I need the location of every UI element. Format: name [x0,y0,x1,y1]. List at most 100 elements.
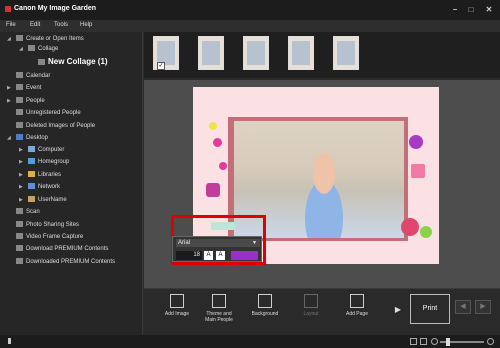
window-title: Canon My Image Garden [14,5,97,12]
theme-label-line2: Main People [205,317,233,323]
sidebar-item-label: UserName [38,197,67,203]
sidebar-item-video-capture[interactable]: Video Frame Capture [16,232,83,242]
expand-icon[interactable]: ▶ [19,195,23,205]
background-label: Background [251,311,279,317]
sidebar-item-label: Download PREMIUM Contents [26,246,109,252]
network-icon [28,183,35,189]
increase-font-size-button[interactable]: A [204,251,213,260]
sidebar-item-photo-sharing[interactable]: Photo Sharing Sites [16,220,79,230]
download-icon [16,245,23,251]
font-select[interactable]: Arial ▼ [176,239,260,247]
sidebar-item-label: Event [26,85,42,91]
menu-file[interactable]: File [6,22,16,28]
print-button[interactable]: Print [410,294,450,324]
photo [292,41,310,65]
expand-icon[interactable]: ▶ [19,170,23,180]
expand-icon[interactable]: ▶ [19,145,23,155]
menu-help[interactable]: Help [80,22,92,28]
sidebar-item-create[interactable]: ◢ Create or Open Items [7,34,84,44]
desktop-icon [16,134,23,140]
background-icon [258,294,272,308]
document-icon [38,59,45,65]
menu-bar: File Edit Tools Help [0,20,500,32]
image-thumbnail[interactable] [288,36,314,70]
thumbnail-checkbox[interactable]: ✓ [157,62,165,70]
sidebar-item-scan[interactable]: Scan [16,207,40,217]
sidebar-item-label: Desktop [26,135,49,141]
info-icon[interactable] [8,338,11,344]
person-deleted-icon [16,122,23,128]
zoom-out-icon[interactable] [431,338,438,345]
font-size-field[interactable]: 18 [176,251,202,260]
add-page-button[interactable]: Add Page [334,291,380,334]
background-button[interactable]: Background [242,291,288,334]
sidebar-item-homegroup[interactable]: ▶ Homegroup [19,157,69,167]
decrease-font-size-button[interactable]: A [216,251,225,260]
photo-sharing-icon [16,221,23,227]
image-thumbnail[interactable] [198,36,224,70]
layout-icon [304,294,318,308]
sidebar-item-label: Unregistered People [26,110,81,116]
menu-edit[interactable]: Edit [30,22,40,28]
sidebar-item-libraries[interactable]: ▶ Libraries [19,170,61,180]
sidebar-item-desktop[interactable]: ◢ Desktop [7,133,49,143]
next-page-button[interactable]: ▶ [475,300,491,314]
menu-tools[interactable]: Tools [54,22,68,28]
theme-main-people-button[interactable]: Theme and Main People [196,291,242,334]
sidebar-item-unregistered[interactable]: Unregistered People [16,108,81,118]
maximize-button[interactable]: □ [464,4,478,15]
full-screen-icon[interactable] [420,338,427,345]
sidebar-item-event[interactable]: ▶ Event [7,83,42,93]
sidebar-item-label: New Collage (1) [48,57,108,66]
sidebar-item-downloaded-premium[interactable]: Downloaded PREMIUM Contents [16,257,115,267]
collapse-icon[interactable]: ◢ [7,34,11,44]
sidebar-item-calendar[interactable]: Calendar [16,71,50,81]
sidebar-item-username[interactable]: ▶ UserName [19,195,67,205]
app-window: Canon My Image Garden – □ ✕ File Edit To… [0,0,500,348]
decoration-flower-icon [409,135,423,149]
next-step-chevron-icon[interactable]: ▶ [393,300,403,320]
sidebar-item-collage[interactable]: ◢ Collage [19,44,59,54]
sidebar-item-label: Scan [26,209,40,215]
sidebar-item-label: Downloaded PREMIUM Contents [26,259,116,265]
decoration-gift-icon [411,164,425,178]
video-frame-icon [16,233,23,239]
person-question-icon [16,109,23,115]
sidebar-item-network[interactable]: ▶ Network [19,182,61,192]
fit-page-icon[interactable] [410,338,417,345]
font-color-button[interactable] [231,251,258,260]
add-image-button[interactable]: Add Image [154,291,200,334]
minimize-button[interactable]: – [448,4,462,15]
sidebar-item-deleted[interactable]: Deleted Images of People [16,121,95,131]
layout-button[interactable]: Layout [288,291,334,334]
collapse-icon[interactable]: ◢ [7,133,11,143]
person-icon [16,97,23,103]
sidebar-item-label: Create or Open Items [26,36,84,42]
expand-icon[interactable]: ▶ [7,96,11,106]
expand-icon[interactable]: ▶ [19,157,23,167]
homegroup-icon [28,158,35,164]
sidebar-item-label: Video Frame Capture [26,234,84,240]
sidebar-item-label: Network [38,184,61,190]
close-button[interactable]: ✕ [482,4,496,15]
expand-icon[interactable]: ▶ [7,83,11,93]
theme-people-icon [212,294,226,308]
photo [337,41,355,65]
sidebar-item-computer[interactable]: ▶ Computer [19,145,64,155]
zoom-in-icon[interactable] [487,338,494,345]
image-thumbnail[interactable] [243,36,269,70]
sidebar-item-label: Collage [38,46,59,52]
photo [247,41,265,65]
decoration-cake-icon [206,183,220,197]
photo-subject [289,148,359,238]
collapse-icon[interactable]: ◢ [19,44,23,54]
zoom-slider-handle[interactable] [446,338,450,346]
computer-icon [28,146,35,152]
expand-icon[interactable]: ▶ [19,182,23,192]
previous-page-button[interactable]: ◀ [455,300,471,314]
sidebar-item-new-collage[interactable]: New Collage (1) [38,56,108,68]
font-name: Arial [178,240,191,246]
image-thumbnail[interactable] [333,36,359,70]
sidebar-item-download-premium[interactable]: Download PREMIUM Contents [16,244,108,254]
sidebar-item-people[interactable]: ▶ People [7,96,45,106]
